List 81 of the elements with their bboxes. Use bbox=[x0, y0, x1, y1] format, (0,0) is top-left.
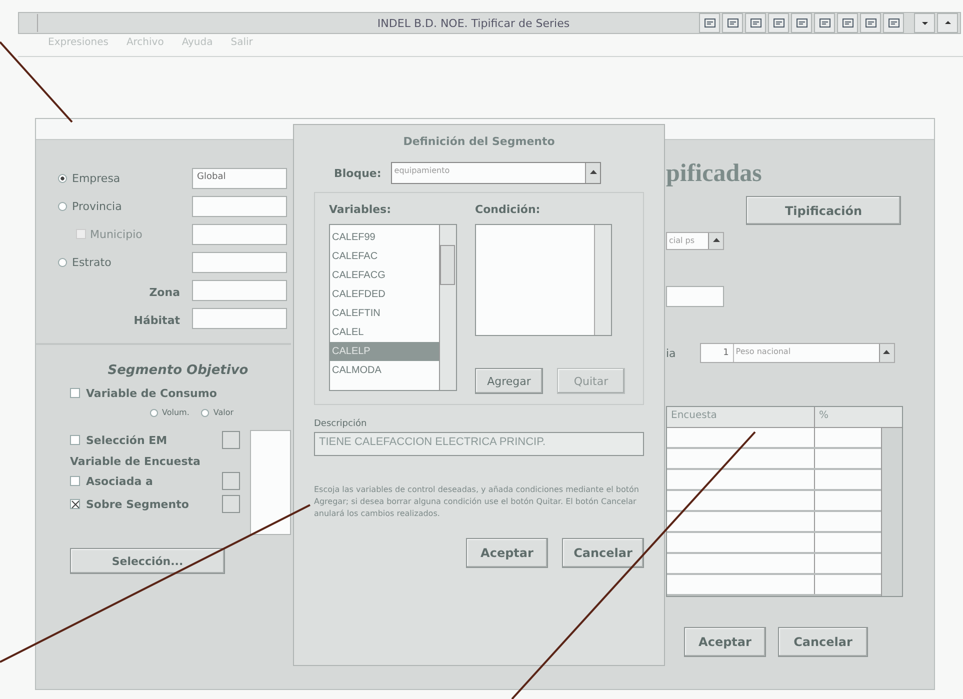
toolbar-icon[interactable] bbox=[699, 13, 720, 33]
checkbox[interactable] bbox=[70, 476, 80, 486]
column-header[interactable]: % bbox=[815, 407, 880, 427]
checkbox[interactable] bbox=[70, 499, 80, 509]
accept-button[interactable]: Aceptar bbox=[684, 627, 766, 657]
option-label: Sobre Segmento bbox=[86, 498, 189, 510]
scrollbar[interactable] bbox=[439, 225, 456, 390]
list-box[interactable] bbox=[250, 430, 291, 535]
option-label: Selección EM bbox=[86, 434, 168, 446]
toolbar-icon[interactable] bbox=[883, 13, 904, 33]
checkbox[interactable] bbox=[70, 388, 80, 398]
dialog-title: Definición del Segmento bbox=[402, 135, 556, 148]
group-label: Variable de Encuesta bbox=[70, 455, 202, 468]
radio-button[interactable] bbox=[58, 258, 67, 266]
radio-button[interactable] bbox=[150, 408, 158, 416]
minimize-icon[interactable] bbox=[914, 13, 935, 33]
help-text: Escoja las variables de control deseadas, y añada condiciones mediante el botón Agregar; si desea borrar alguna condición use el botón Quitar. El botón Cancelar anulará los cambios realizados. bbox=[314, 484, 640, 520]
scrollbar[interactable] bbox=[881, 428, 902, 596]
description-field[interactable]: TIENE CALEFACCION ELECTRICA PRINCIP. bbox=[314, 432, 644, 456]
toolbar-icon[interactable] bbox=[791, 13, 812, 33]
option-label: Asociada a bbox=[86, 474, 153, 488]
list-item[interactable]: CALEL bbox=[330, 323, 439, 342]
field-label: Hábitat bbox=[134, 314, 180, 326]
add-button[interactable]: Agregar bbox=[475, 368, 543, 394]
condition-list[interactable] bbox=[475, 224, 612, 336]
option-label: Variable de Consumo bbox=[86, 386, 217, 400]
field-label: Bloque: bbox=[334, 166, 382, 180]
caret-icon bbox=[883, 349, 890, 357]
toolbar-icon[interactable] bbox=[837, 13, 858, 33]
input-field[interactable] bbox=[192, 308, 287, 328]
accept-button[interactable]: Aceptar bbox=[466, 538, 548, 568]
toolbar-icon[interactable] bbox=[814, 13, 835, 33]
cancel-button[interactable]: Cancelar bbox=[778, 627, 868, 657]
list-item[interactable]: CALELP bbox=[330, 342, 439, 361]
toolbar-icon[interactable] bbox=[768, 13, 789, 33]
list-item[interactable]: CALEFAC bbox=[330, 247, 439, 266]
section-title: Segmento Objetivo bbox=[106, 363, 250, 378]
caret-icon bbox=[590, 169, 597, 177]
toolbar-icon[interactable] bbox=[745, 13, 766, 33]
input-field[interactable] bbox=[192, 280, 287, 300]
selection-button[interactable]: Selección... bbox=[70, 548, 225, 574]
dropdown[interactable]: 1 Peso nacional bbox=[700, 343, 895, 363]
dialog-heading: pificadas bbox=[666, 160, 763, 188]
browse-button[interactable] bbox=[222, 472, 240, 490]
list-item[interactable]: CALEFDED bbox=[330, 285, 439, 304]
radio-button[interactable] bbox=[201, 408, 210, 416]
list-item[interactable]: CALMODA bbox=[330, 361, 439, 380]
option-label: Empresa bbox=[72, 172, 122, 184]
option-label: Provincia bbox=[72, 200, 123, 212]
toolbar-icon[interactable] bbox=[722, 13, 743, 33]
field-label: Zona bbox=[149, 286, 180, 298]
field-label: Descripción bbox=[314, 419, 368, 429]
input-field[interactable] bbox=[666, 286, 724, 307]
browse-button[interactable] bbox=[222, 495, 240, 513]
option-label: Valor bbox=[213, 408, 234, 417]
dropdown[interactable]: cial ps bbox=[666, 232, 724, 250]
option-label: Volum. bbox=[162, 408, 190, 417]
window-title: INDEL B.D. NOE. Tipificar de Series bbox=[376, 16, 571, 30]
tipification-button[interactable]: Tipificación bbox=[746, 196, 901, 225]
caret-icon bbox=[712, 237, 720, 245]
cancel-button[interactable]: Cancelar bbox=[562, 538, 644, 568]
input-field[interactable] bbox=[192, 196, 287, 216]
column-header[interactable]: Encuesta bbox=[667, 407, 815, 427]
radio-button[interactable] bbox=[58, 202, 67, 210]
input-field[interactable]: Global bbox=[192, 168, 287, 188]
list-item[interactable]: CALEFTIN bbox=[330, 304, 439, 323]
input-field[interactable] bbox=[192, 252, 287, 272]
input-field[interactable] bbox=[192, 224, 287, 244]
list-item[interactable]: CALEF99 bbox=[330, 228, 439, 247]
list-label: Variables: bbox=[329, 203, 392, 216]
dropdown[interactable]: equipamiento bbox=[391, 162, 602, 184]
option-label: Municipio bbox=[90, 228, 142, 240]
option-label: Estrato bbox=[72, 256, 112, 268]
checkbox[interactable] bbox=[70, 435, 80, 445]
field-label: ia bbox=[666, 346, 676, 360]
toolbar-icon[interactable] bbox=[860, 13, 881, 33]
radio-button[interactable] bbox=[58, 174, 67, 182]
list-label: Condición: bbox=[475, 203, 542, 216]
maximize-icon[interactable] bbox=[937, 13, 958, 33]
browse-button[interactable] bbox=[222, 431, 240, 449]
list-item[interactable]: CALEFACG bbox=[330, 266, 439, 285]
